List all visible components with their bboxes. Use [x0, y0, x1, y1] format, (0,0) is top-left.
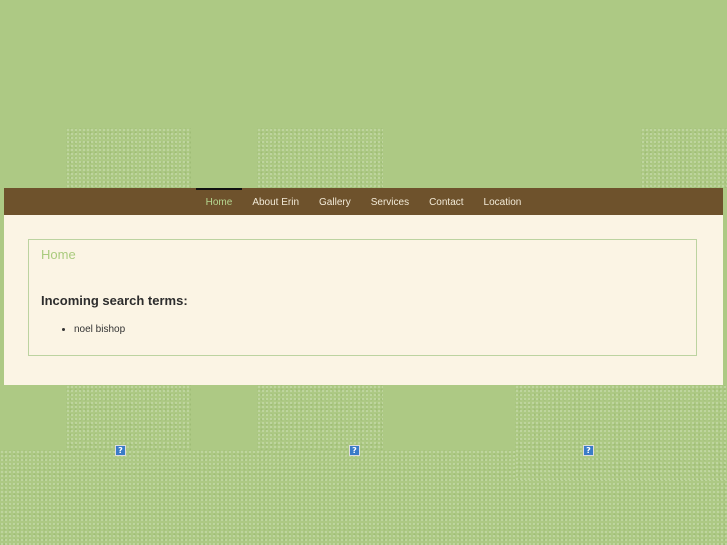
nav-item-home[interactable]: Home: [195, 188, 243, 215]
content-box: Home Incoming search terms: noel bishop: [28, 239, 697, 356]
broken-image-icon: ?: [349, 445, 360, 456]
page-title: Home: [41, 247, 76, 262]
background-texture: [515, 385, 727, 480]
nav-item-gallery[interactable]: Gallery: [309, 188, 361, 215]
nav-item-services[interactable]: Services: [361, 188, 419, 215]
content-area: Home Incoming search terms: noel bishop: [4, 215, 723, 385]
main-navigation: Home About Erin Gallery Services Contact…: [4, 188, 723, 215]
broken-image-icon: ?: [115, 445, 126, 456]
list-item[interactable]: noel bishop: [74, 324, 125, 335]
background-texture: [641, 128, 727, 188]
nav-item-location[interactable]: Location: [474, 188, 532, 215]
search-terms-heading: Incoming search terms:: [41, 293, 188, 308]
search-terms-list: noel bishop: [60, 324, 125, 335]
nav-item-contact[interactable]: Contact: [419, 188, 473, 215]
background-texture: [257, 128, 383, 188]
broken-image-icon: ?: [583, 445, 594, 456]
nav-item-about-erin[interactable]: About Erin: [242, 188, 309, 215]
background-texture: [66, 128, 191, 188]
